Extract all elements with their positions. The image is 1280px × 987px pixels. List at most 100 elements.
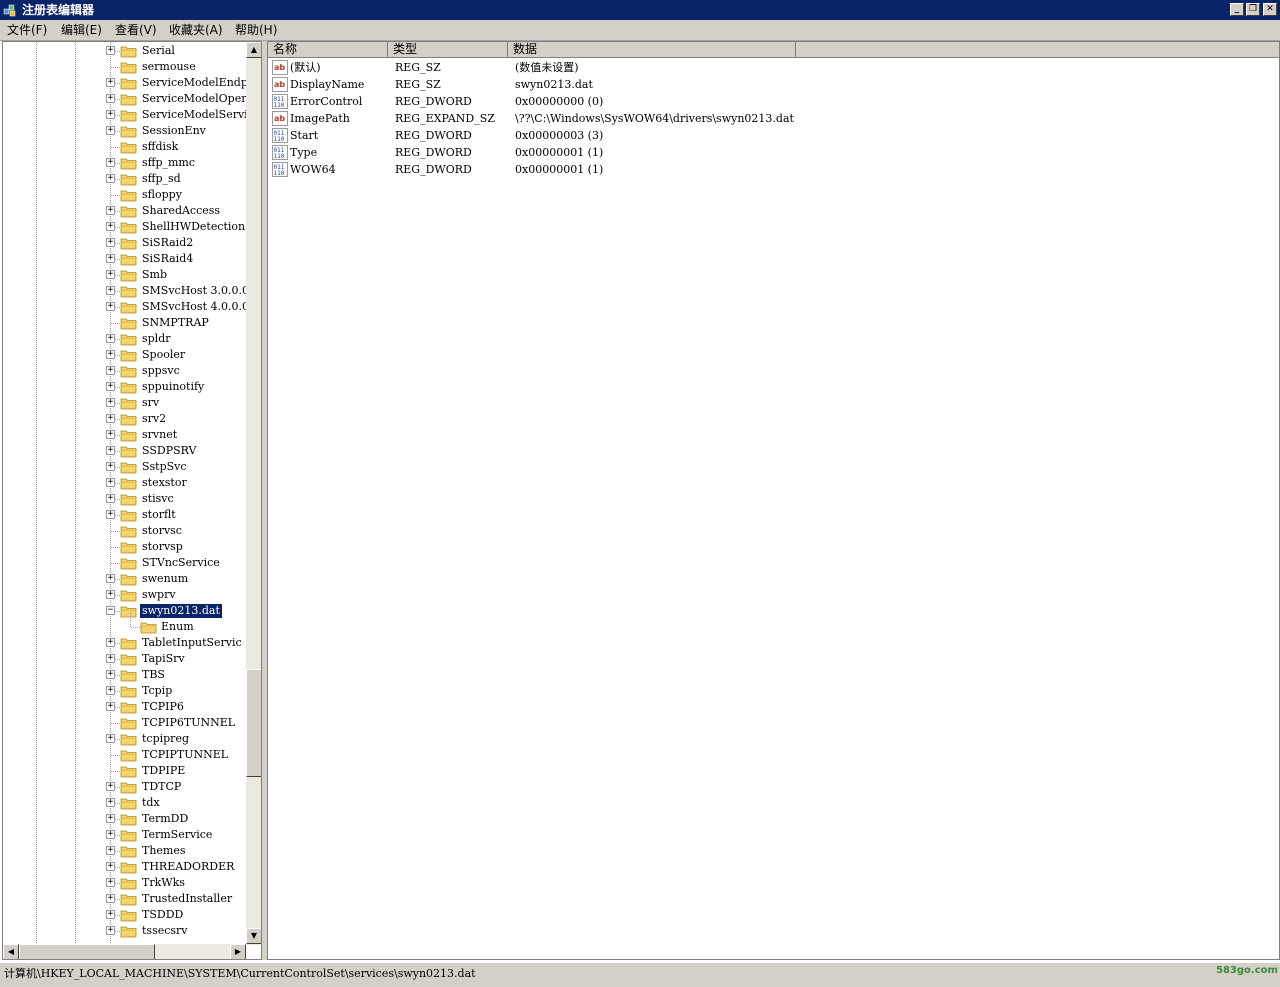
- values-list[interactable]: 名称 类型 数据 ab (默认) REG_SZ (数值未设置) ab DisplayNam…: [267, 41, 1280, 960]
- tree-node-label[interactable]: TermService: [140, 828, 214, 842]
- tree-node[interactable]: + TrustedInstaller: [3, 891, 243, 907]
- tree-node[interactable]: sermouse: [3, 59, 243, 75]
- expand-icon[interactable]: +: [106, 158, 115, 167]
- expand-icon[interactable]: +: [106, 798, 115, 807]
- tree-node-label[interactable]: SMSvcHost 3.0.0.0: [140, 284, 251, 298]
- tree-node-label[interactable]: TabletInputServic: [140, 636, 244, 650]
- tree-node[interactable]: + SMSvcHost 3.0.0.0: [3, 283, 249, 299]
- close-button[interactable]: ✕: [1263, 3, 1277, 16]
- tree-node[interactable]: + ServiceModelOpera: [3, 91, 253, 107]
- tree-node[interactable]: + TabletInputServic: [3, 635, 243, 651]
- expand-icon[interactable]: +: [106, 270, 115, 279]
- tree-node-label[interactable]: SMSvcHost 4.0.0.0: [140, 300, 251, 314]
- menu-help[interactable]: 帮助(H): [233, 22, 279, 38]
- tree-node[interactable]: + ServiceModelServi: [3, 107, 248, 123]
- tree-node-label[interactable]: sppsvc: [140, 364, 182, 378]
- scroll-left-button[interactable]: ◀: [3, 944, 19, 959]
- tree-node[interactable]: + SessionEnv: [3, 123, 243, 139]
- expand-icon[interactable]: +: [106, 894, 115, 903]
- scroll-up-button[interactable]: ▲: [246, 42, 261, 58]
- tree-node[interactable]: + SstpSvc: [3, 459, 243, 475]
- tree-node[interactable]: + ShellHWDetection: [3, 219, 245, 235]
- tree-node[interactable]: TCPIPTUNNEL: [3, 747, 243, 763]
- tree-node-label[interactable]: storvsp: [140, 540, 185, 554]
- tree-node[interactable]: Enum: [3, 613, 243, 635]
- scroll-down-button[interactable]: ▼: [246, 928, 261, 944]
- value-row[interactable]: 011 110 Type REG_DWORD 0x00000001 (1): [268, 144, 1168, 161]
- expand-icon[interactable]: +: [106, 78, 115, 87]
- tree-node[interactable]: STVncService: [3, 555, 243, 571]
- tree-node-label[interactable]: TSDDD: [140, 908, 185, 922]
- tree-node[interactable]: + TermService: [3, 827, 243, 843]
- expand-icon[interactable]: +: [106, 254, 115, 263]
- tree-node[interactable]: + srvnet: [3, 427, 243, 443]
- tree-node[interactable]: + srv: [3, 395, 243, 411]
- tree-node[interactable]: storvsc: [3, 523, 243, 539]
- tree-node-label[interactable]: SessionEnv: [140, 124, 208, 138]
- value-row[interactable]: ab DisplayName REG_SZ swyn0213.dat: [268, 76, 1168, 93]
- expand-icon[interactable]: +: [106, 926, 115, 935]
- tree-node-label[interactable]: spldr: [140, 332, 173, 346]
- tree-node[interactable]: + sppsvc: [3, 363, 243, 379]
- tree-node-label[interactable]: ServiceModelEndpo: [140, 76, 256, 90]
- column-header-data[interactable]: 数据: [508, 42, 796, 58]
- tree-node-label[interactable]: ShellHWDetection: [140, 220, 247, 234]
- expand-icon[interactable]: +: [106, 238, 115, 247]
- expand-icon[interactable]: +: [106, 286, 115, 295]
- expand-icon[interactable]: +: [106, 734, 115, 743]
- tree-node-label[interactable]: TCPIPTUNNEL: [140, 748, 230, 762]
- expand-icon[interactable]: +: [106, 590, 115, 599]
- tree-node-label[interactable]: TDTCP: [140, 780, 183, 794]
- tree-node[interactable]: + stisvc: [3, 491, 243, 507]
- tree-node-label[interactable]: sffp_sd: [140, 172, 183, 186]
- tree-node[interactable]: − swyn0213.dat: [3, 603, 243, 619]
- tree-node[interactable]: + Spooler: [3, 347, 243, 363]
- tree-node[interactable]: + TSDDD: [3, 907, 243, 923]
- column-header-name[interactable]: 名称: [268, 42, 388, 58]
- tree-node[interactable]: + tcpipreg: [3, 731, 243, 747]
- tree-node-label[interactable]: swprv: [140, 588, 178, 602]
- tree-node-label[interactable]: TBS: [140, 668, 167, 682]
- tree-node[interactable]: + Smb: [3, 267, 243, 283]
- tree-node[interactable]: + srv2: [3, 411, 243, 427]
- value-row[interactable]: ab (默认) REG_SZ (数值未设置): [268, 59, 1168, 76]
- expand-icon[interactable]: +: [106, 478, 115, 487]
- minimize-button[interactable]: _: [1230, 3, 1244, 16]
- tree-node[interactable]: + sppuinotify: [3, 379, 243, 395]
- expand-icon[interactable]: +: [106, 494, 115, 503]
- expand-icon[interactable]: +: [106, 398, 115, 407]
- value-row[interactable]: 011 110 Start REG_DWORD 0x00000003 (3): [268, 127, 1168, 144]
- tree-node-label[interactable]: SNMPTRAP: [140, 316, 211, 330]
- tree-node-label[interactable]: Spooler: [140, 348, 187, 362]
- tree-node[interactable]: + Themes: [3, 843, 243, 859]
- expand-icon[interactable]: +: [106, 814, 115, 823]
- expand-icon[interactable]: +: [106, 686, 115, 695]
- tree-node-label[interactable]: Enum: [159, 620, 196, 634]
- tree-node-label[interactable]: Themes: [140, 844, 188, 858]
- collapse-icon[interactable]: −: [106, 606, 115, 615]
- tree-node[interactable]: storvsp: [3, 539, 243, 555]
- expand-icon[interactable]: +: [106, 46, 115, 55]
- restore-button[interactable]: ❐: [1246, 3, 1260, 16]
- tree-node-label[interactable]: stisvc: [140, 492, 176, 506]
- tree-node[interactable]: + tdx: [3, 795, 243, 811]
- tree-node-label[interactable]: stexstor: [140, 476, 189, 490]
- tree-node-label[interactable]: sfloppy: [140, 188, 184, 202]
- tree-node[interactable]: + SSDPSRV: [3, 443, 243, 459]
- menu-favorites[interactable]: 收藏夹(A): [167, 22, 225, 38]
- tree-node-label[interactable]: TDPIPE: [140, 764, 187, 778]
- tree-node-label[interactable]: THREADORDER: [140, 860, 236, 874]
- tree-node[interactable]: + TapiSrv: [3, 651, 243, 667]
- expand-icon[interactable]: +: [106, 206, 115, 215]
- expand-icon[interactable]: +: [106, 878, 115, 887]
- tree-node[interactable]: TCPIP6TUNNEL: [3, 715, 243, 731]
- tree-node[interactable]: + TrkWks: [3, 875, 243, 891]
- tree-node[interactable]: + Serial: [3, 43, 243, 59]
- tree-node[interactable]: + sffp_mmc: [3, 155, 243, 171]
- value-row[interactable]: ab ImagePath REG_EXPAND_SZ \??\C:\Windows\S…: [268, 110, 1168, 127]
- tree-node[interactable]: sffdisk: [3, 139, 243, 155]
- tree-node[interactable]: + ServiceModelEndpo: [3, 75, 254, 91]
- expand-icon[interactable]: +: [106, 638, 115, 647]
- expand-icon[interactable]: +: [106, 446, 115, 455]
- expand-icon[interactable]: +: [106, 910, 115, 919]
